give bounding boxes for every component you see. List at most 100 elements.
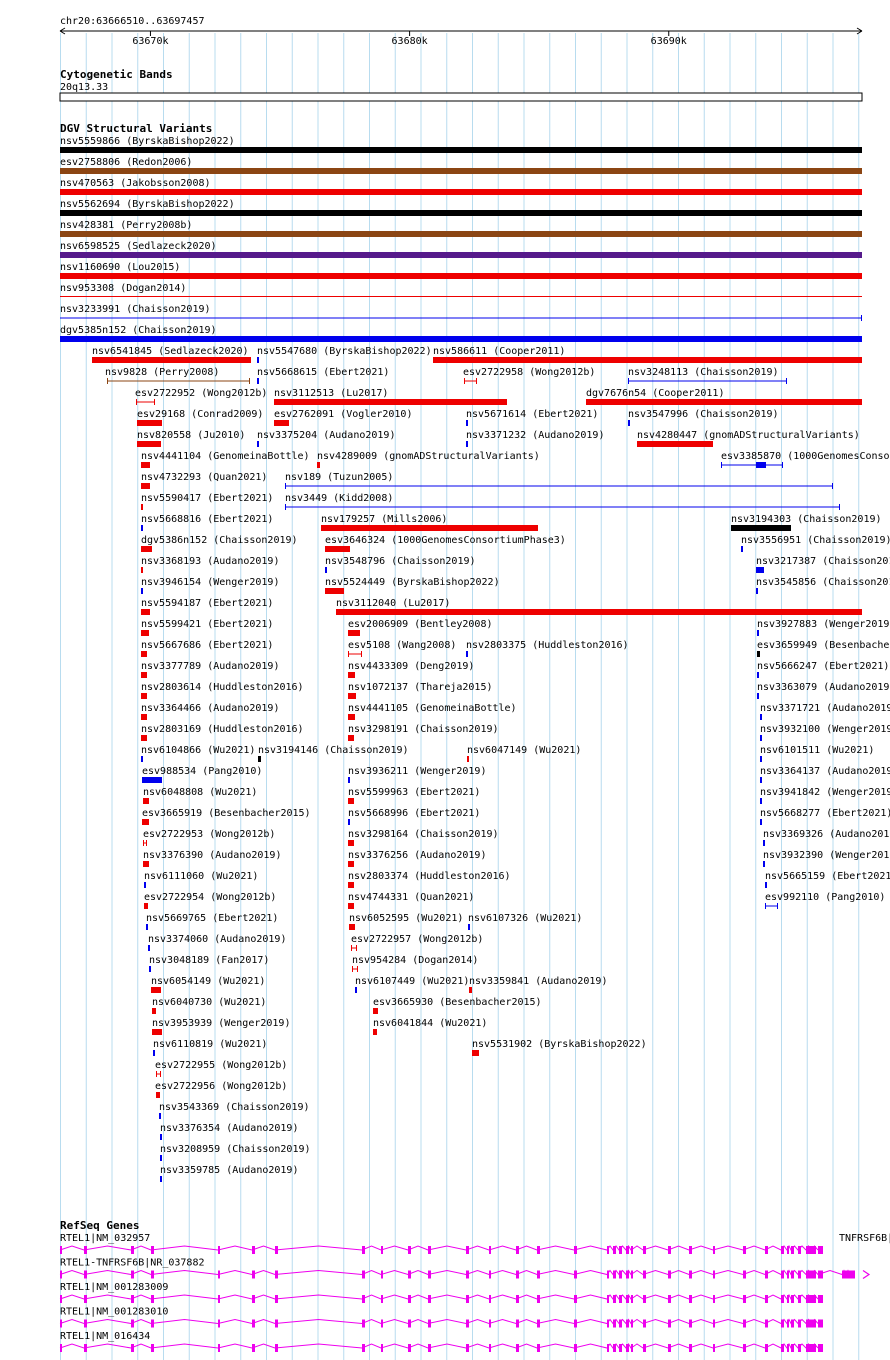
gene-exon[interactable]: [131, 1270, 134, 1279]
variant-nsv3298164[interactable]: nsv3298164 (Chaisson2019): [348, 829, 499, 846]
gene-exon[interactable]: [489, 1319, 491, 1328]
gene-exon[interactable]: [689, 1344, 692, 1352]
gene-exon[interactable]: [275, 1270, 278, 1279]
gene-exon[interactable]: [619, 1246, 622, 1254]
gene-exon[interactable]: [516, 1319, 519, 1328]
variant-nsv470563[interactable]: nsv470563 (Jakobsson2008): [60, 178, 862, 195]
variant-tick[interactable]: [467, 756, 469, 762]
gene-exon[interactable]: [574, 1246, 577, 1254]
gene-exon[interactable]: [275, 1246, 278, 1254]
variant-block[interactable]: [756, 462, 766, 468]
variant-bar[interactable]: [472, 1050, 479, 1056]
gene-exon[interactable]: [574, 1270, 577, 1279]
variant-nsv3217387[interactable]: nsv3217387 (Chaisson2019): [756, 556, 890, 573]
gene-exon[interactable]: [613, 1295, 616, 1303]
gene-exon[interactable]: [489, 1344, 491, 1352]
gene-exon[interactable]: [408, 1295, 411, 1303]
variant-nsv4744331[interactable]: nsv4744331 (Quan2021): [348, 892, 474, 909]
variant-nsv2803374[interactable]: nsv2803374 (Huddleston2016): [348, 871, 511, 888]
variant-nsv3208959[interactable]: nsv3208959 (Chaisson2019): [160, 1144, 311, 1161]
variant-tick[interactable]: [466, 651, 468, 657]
gene-exon[interactable]: [252, 1319, 255, 1328]
gene-exon[interactable]: [806, 1246, 811, 1254]
gene-exon[interactable]: [668, 1246, 671, 1254]
gene-exon[interactable]: [818, 1246, 823, 1254]
gene-exon[interactable]: [574, 1319, 577, 1328]
variant-bar[interactable]: [731, 525, 791, 531]
variant-nsv6040730[interactable]: nsv6040730 (Wu2021): [152, 997, 266, 1014]
variant-nsv6107326[interactable]: nsv6107326 (Wu2021): [468, 913, 582, 930]
variant-bar[interactable]: [151, 987, 161, 993]
gene-exon[interactable]: [713, 1295, 715, 1303]
variant-bar[interactable]: [348, 714, 355, 720]
gene-exon[interactable]: [619, 1295, 622, 1303]
gene-exon[interactable]: [818, 1295, 823, 1303]
variant-esv29168[interactable]: esv29168 (Conrad2009): [137, 409, 263, 426]
gene-exon[interactable]: [408, 1344, 411, 1352]
gene-exon[interactable]: [60, 1246, 62, 1254]
variant-nsv5590417[interactable]: nsv5590417 (Ebert2021): [141, 493, 273, 510]
gene-exon[interactable]: [60, 1295, 62, 1303]
gene-exon[interactable]: [428, 1319, 431, 1328]
variant-bar[interactable]: [142, 777, 162, 783]
gene-exon[interactable]: [275, 1295, 278, 1303]
gene-exon[interactable]: [818, 1270, 823, 1279]
gene-exon[interactable]: [668, 1295, 671, 1303]
gene-exon[interactable]: [806, 1295, 811, 1303]
gene-exon[interactable]: [428, 1270, 431, 1279]
variant-nsv5599421[interactable]: nsv5599421 (Ebert2021): [141, 619, 273, 636]
variant-bar[interactable]: [141, 714, 147, 720]
variant-tick[interactable]: [146, 924, 148, 930]
variant-nsv3375204[interactable]: nsv3375204 (Audano2019): [257, 430, 395, 447]
gene-exon[interactable]: [252, 1270, 255, 1279]
gene-exon[interactable]: [791, 1344, 794, 1352]
gene-exon[interactable]: [362, 1319, 365, 1328]
variant-nsv6107449[interactable]: nsv6107449 (Wu2021): [355, 976, 469, 993]
variant-tick[interactable]: [760, 756, 762, 762]
variant-bar[interactable]: [637, 441, 713, 447]
variant-bar[interactable]: [92, 357, 251, 363]
variant-nsv6101511[interactable]: nsv6101511 (Wu2021): [760, 745, 874, 762]
variant-tick[interactable]: [160, 1134, 162, 1140]
gene-exon[interactable]: [218, 1344, 220, 1352]
variant-nsv179257[interactable]: nsv179257 (Mills2006): [321, 514, 538, 531]
variant-dgv7676n54[interactable]: dgv7676n54 (Cooper2011): [586, 388, 862, 405]
gene-exon[interactable]: [631, 1319, 633, 1328]
variant-tick[interactable]: [153, 1050, 155, 1056]
variant-esv2722956[interactable]: esv2722956 (Wong2012b): [155, 1081, 287, 1098]
gene-exon[interactable]: [466, 1319, 469, 1328]
gene-exon[interactable]: [537, 1344, 540, 1352]
variant-bar[interactable]: [141, 651, 147, 657]
variant-bar[interactable]: [373, 1008, 378, 1014]
gene-exon[interactable]: [84, 1246, 87, 1254]
variant-nsv5665159[interactable]: nsv5665159 (Ebert2021): [765, 871, 890, 888]
gene-exon[interactable]: [689, 1270, 692, 1279]
gene-exon[interactable]: [798, 1270, 801, 1279]
gene-exon[interactable]: [252, 1344, 255, 1352]
gene-exon[interactable]: [516, 1295, 519, 1303]
gene-exon[interactable]: [626, 1270, 629, 1279]
variant-bar[interactable]: [317, 462, 320, 468]
variant-nsv6110819[interactable]: nsv6110819 (Wu2021): [153, 1039, 267, 1056]
gene-exon[interactable]: [713, 1344, 715, 1352]
variant-bar[interactable]: [757, 651, 760, 657]
variant-bar[interactable]: [274, 399, 507, 405]
variant-bar[interactable]: [348, 882, 354, 888]
variant-nsv3371721[interactable]: nsv3371721 (Audano2019): [760, 703, 890, 720]
gene-exon[interactable]: [619, 1270, 622, 1279]
variant-bar[interactable]: [60, 252, 862, 258]
gene-exon[interactable]: [131, 1319, 134, 1328]
variant-nsv3927883[interactable]: nsv3927883 (Wenger2019): [757, 619, 890, 636]
gene-exon[interactable]: [781, 1319, 784, 1328]
variant-tick[interactable]: [141, 525, 143, 531]
gene-exon[interactable]: [381, 1246, 383, 1254]
variant-esv2722953[interactable]: esv2722953 (Wong2012b): [143, 829, 275, 846]
gene-exon[interactable]: [607, 1295, 609, 1303]
gene-exon[interactable]: [787, 1295, 789, 1303]
variant-nsv4280447[interactable]: nsv4280447 (gnomADStructuralVariants): [637, 430, 860, 447]
variant-esv3646324[interactable]: esv3646324 (1000GenomesConsortiumPhase3): [325, 535, 566, 552]
variant-nsv3248113[interactable]: nsv3248113 (Chaisson2019): [628, 367, 787, 384]
gene-exon[interactable]: [643, 1270, 646, 1279]
variant-esv2722952[interactable]: esv2722952 (Wong2012b): [135, 388, 267, 405]
variant-nsv3194146[interactable]: nsv3194146 (Chaisson2019): [258, 745, 409, 762]
